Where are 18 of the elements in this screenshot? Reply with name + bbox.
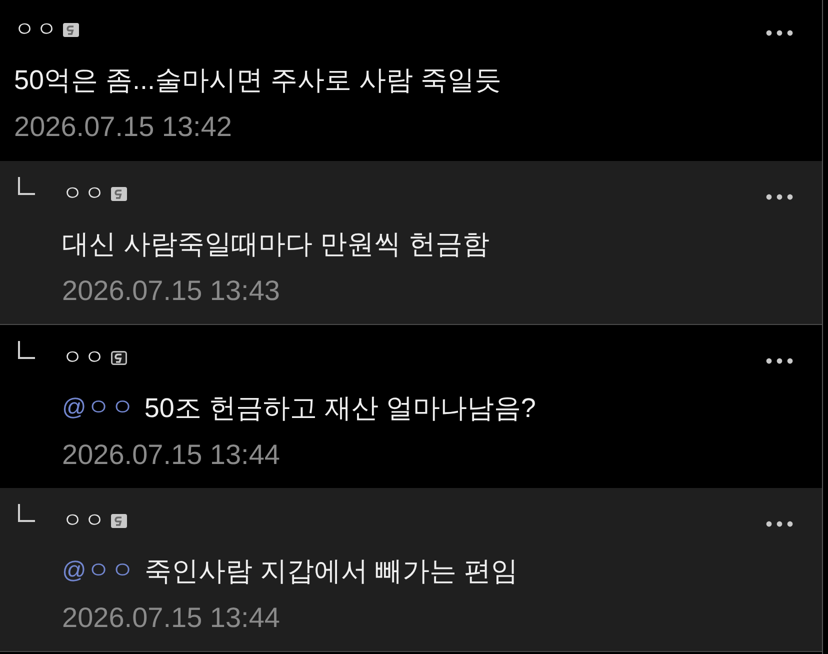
comment-date: 2026.07.15 13:42 bbox=[14, 110, 232, 144]
more-options-icon[interactable] bbox=[766, 358, 793, 364]
comment-date: 2026.07.15 13:43 bbox=[62, 274, 280, 308]
more-options-icon[interactable] bbox=[766, 194, 793, 200]
comment-text: 대신 사람죽일때마다 만원씩 헌금함 bbox=[62, 228, 490, 261]
mention-link[interactable]: @ㅇㅇ bbox=[62, 388, 134, 428]
more-options-icon[interactable] bbox=[766, 521, 793, 527]
comment-date: 2026.07.15 13:44 bbox=[62, 601, 280, 635]
more-options-icon[interactable] bbox=[766, 30, 793, 36]
author-name[interactable]: ㅇㅇ bbox=[62, 344, 106, 372]
comment-date: 2026.07.15 13:44 bbox=[62, 438, 280, 472]
comment-text: 죽인사람 지갑에서 빼가는 편임 bbox=[144, 555, 518, 588]
author-name[interactable]: ㅇㅇ bbox=[14, 16, 58, 44]
author-name[interactable]: ㅇㅇ bbox=[62, 180, 106, 208]
comment-text: 50조 헌금하고 재산 얼마나남음? bbox=[144, 392, 536, 425]
author-name[interactable]: ㅇㅇ bbox=[62, 507, 106, 535]
mention-link[interactable]: @ㅇㅇ bbox=[62, 551, 134, 591]
comment-text: 50억은 좀...술마시면 주사로 사람 죽일듯 bbox=[14, 64, 502, 97]
